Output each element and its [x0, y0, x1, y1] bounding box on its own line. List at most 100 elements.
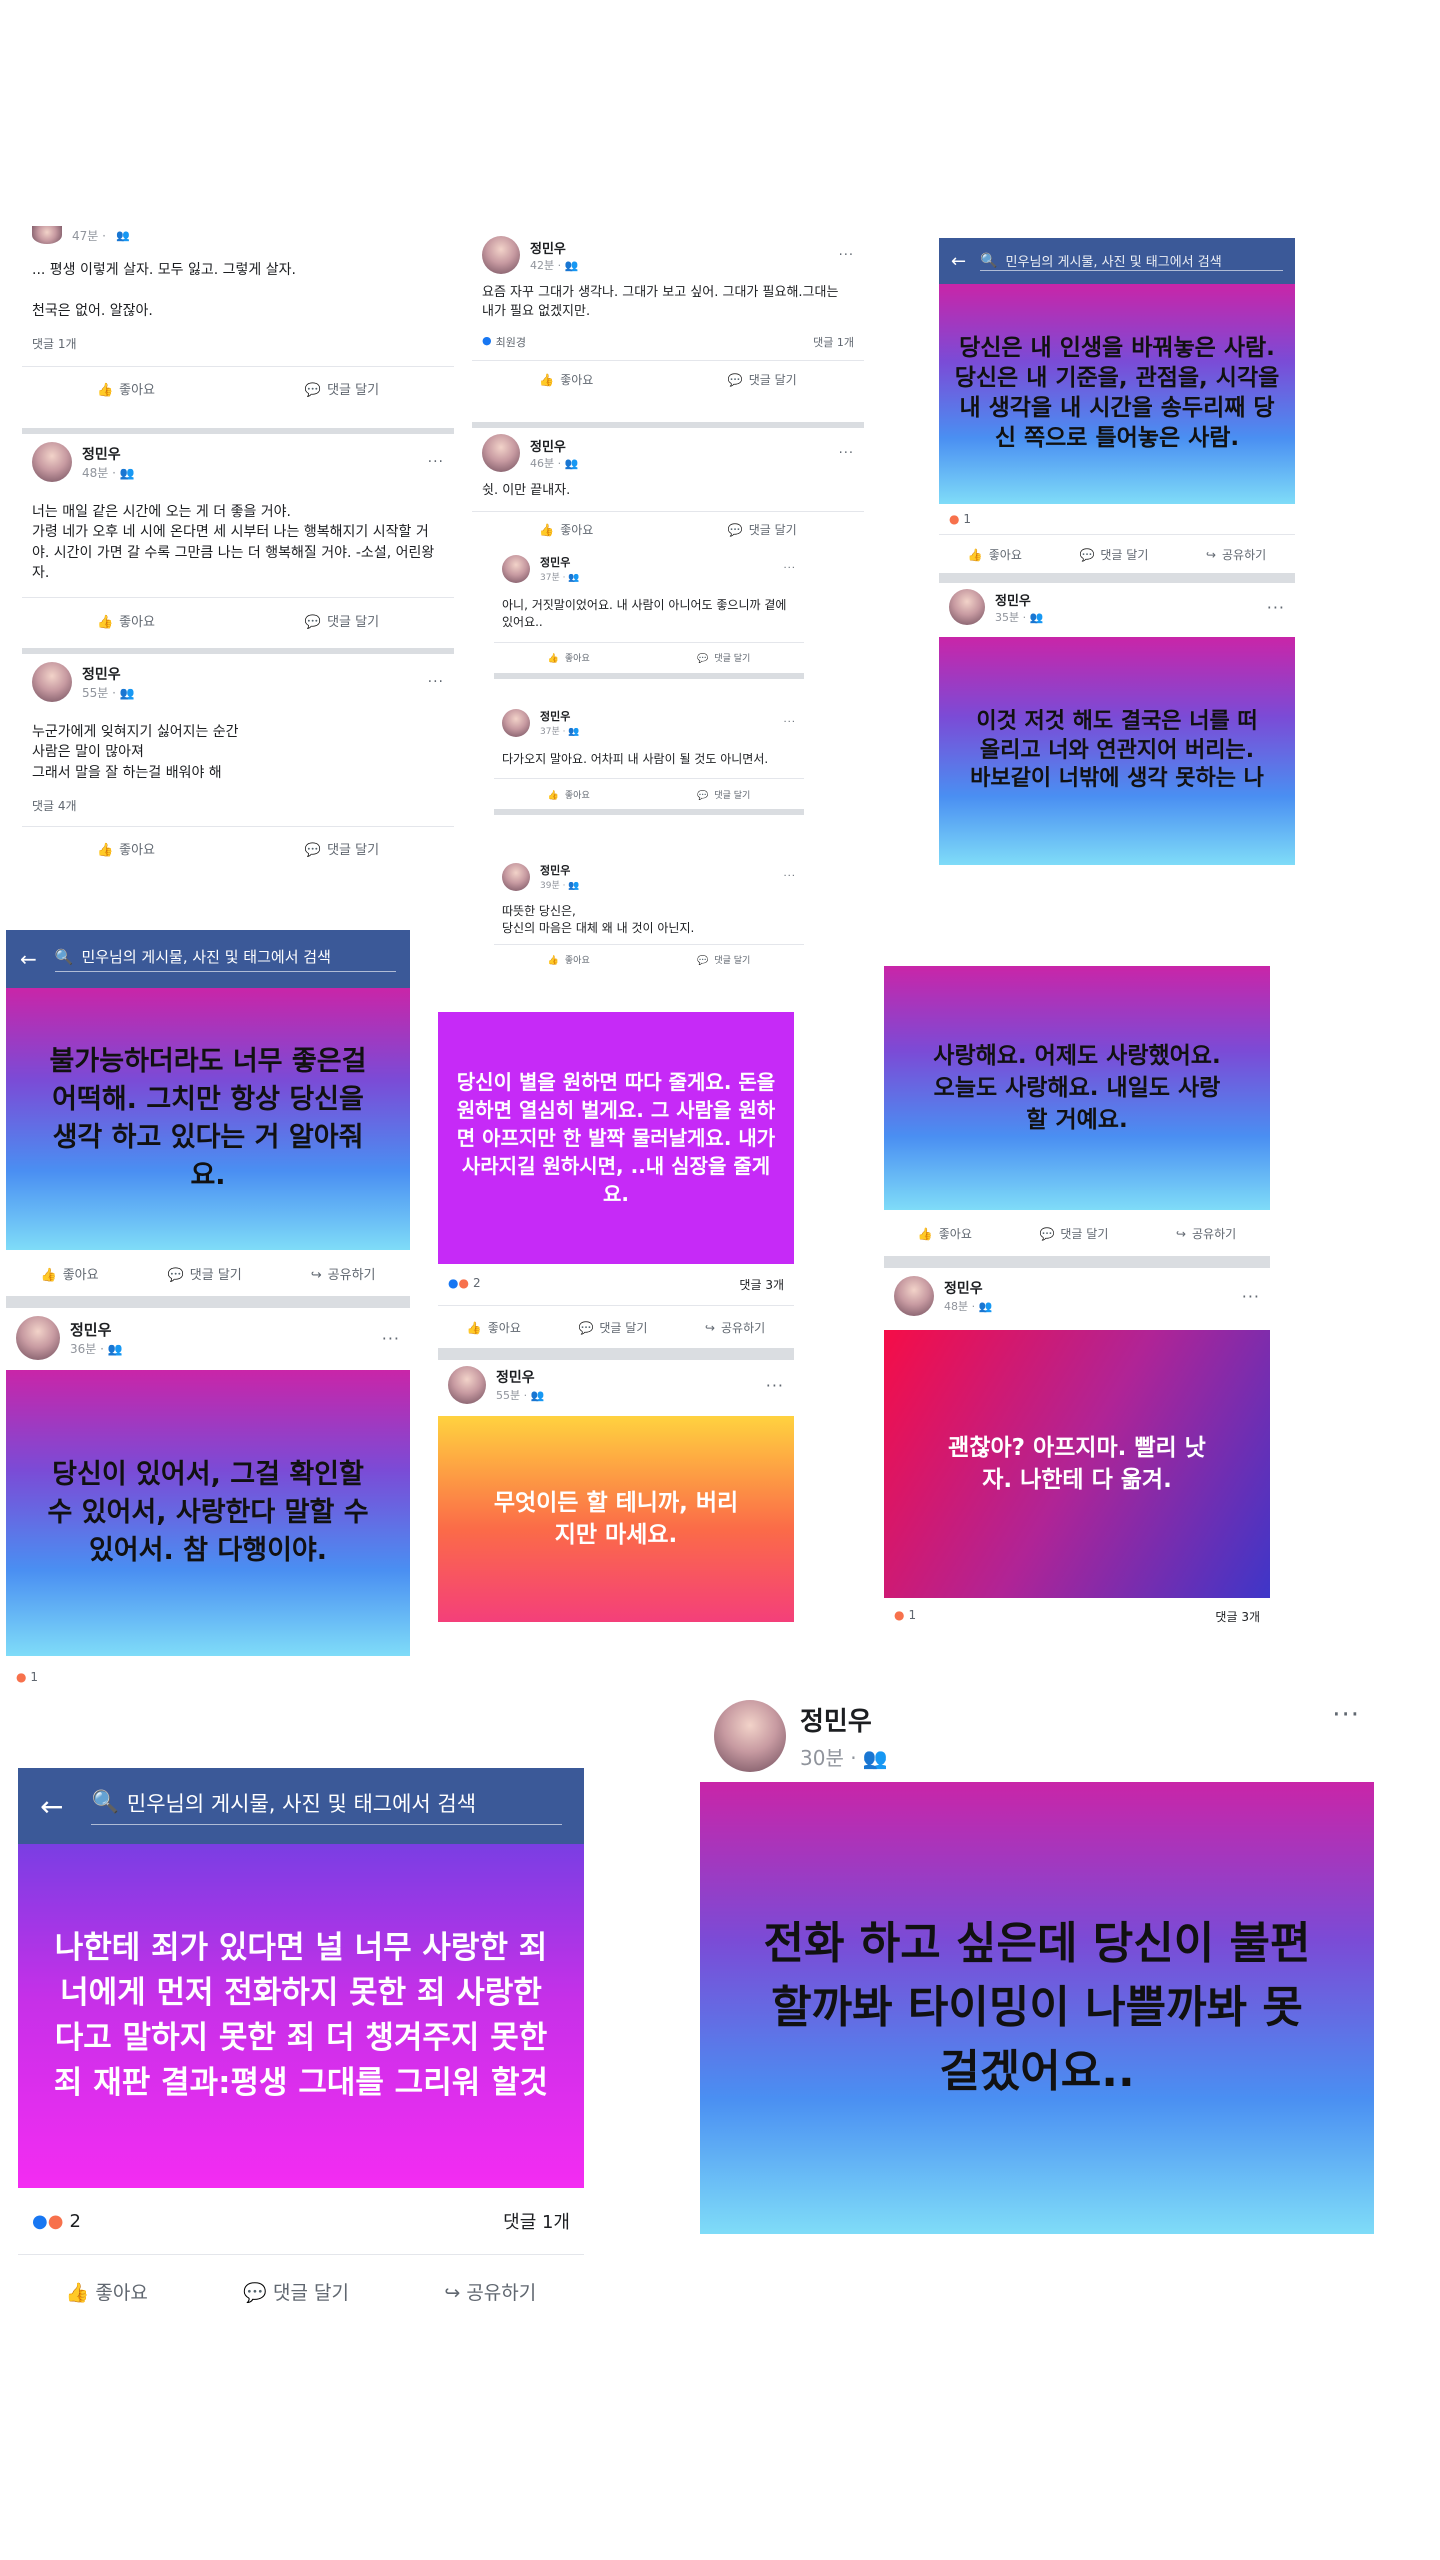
avatar[interactable]	[482, 434, 520, 472]
reactor-name[interactable]: 최원경	[496, 334, 526, 350]
share-button[interactable]: ↪ 공유하기	[444, 2278, 536, 2305]
more-options-icon[interactable]: ···	[839, 248, 854, 263]
reaction-count[interactable]: 1	[908, 1608, 916, 1625]
author-name[interactable]: 정민우	[540, 554, 580, 570]
search-input[interactable]: 🔍 민우님의 게시물, 사진 및 태그에서 검색	[980, 251, 1283, 271]
post-image[interactable]: 당신이 있어서, 그걸 확인할 수 있어서, 사랑한다 말할 수 있어서. 참 …	[6, 1370, 410, 1656]
like-button[interactable]: 👍 좋아요	[548, 953, 590, 966]
post-image[interactable]: 불가능하더라도 너무 좋은걸 어떡해. 그치만 항상 당신을 생각 하고 있다는…	[6, 988, 410, 1250]
share-button[interactable]: ↪ 공유하기	[311, 1264, 376, 1283]
search-input[interactable]: 🔍 민우님의 게시물, 사진 및 태그에서 검색	[91, 1788, 562, 1825]
like-button[interactable]: 👍 좋아요	[968, 546, 1022, 563]
avatar[interactable]	[502, 862, 530, 891]
author-name[interactable]: 정민우	[82, 444, 135, 464]
like-button[interactable]: 👍 좋아요	[66, 2278, 148, 2305]
reaction-count[interactable]: 2	[69, 2211, 80, 2232]
avatar[interactable]	[16, 1316, 60, 1360]
post-image[interactable]: 나한테 죄가 있다면 널 너무 사랑한 죄 너에게 먼저 전화하지 못한 죄 사…	[18, 1844, 584, 2188]
like-button[interactable]: 👍 좋아요	[467, 1319, 521, 1336]
comment-count[interactable]: 댓글 1개	[813, 334, 854, 350]
more-options-icon[interactable]: ···	[783, 563, 796, 574]
back-arrow-icon[interactable]: ←	[40, 1790, 63, 1823]
author-name[interactable]: 정민우	[944, 1278, 992, 1298]
comment-button[interactable]: 💬 댓글 달기	[697, 788, 750, 801]
avatar[interactable]	[448, 1366, 486, 1404]
author-name[interactable]: 정민우	[530, 238, 578, 257]
post-image[interactable]: 당신이 별을 원하면 따다 줄게요. 돈을 원하면 열심히 벌게요. 그 사람을…	[438, 1012, 794, 1264]
more-options-icon[interactable]: ···	[1267, 598, 1285, 617]
comment-count[interactable]: 댓글 1개	[22, 325, 454, 356]
comment-count[interactable]: 댓글 3개	[1215, 1608, 1260, 1625]
comment-count[interactable]: 댓글 4개	[22, 787, 454, 818]
avatar[interactable]	[714, 1700, 786, 1772]
like-button[interactable]: 👍 좋아요	[97, 611, 155, 630]
like-button[interactable]: 👍 좋아요	[539, 371, 593, 388]
author-name[interactable]: 정민우	[70, 1319, 123, 1340]
more-options-icon[interactable]: ···	[1332, 1700, 1360, 1730]
reaction-count[interactable]: 2	[473, 1276, 481, 1293]
comment-count[interactable]: 댓글 1개	[503, 2208, 570, 2234]
author-name[interactable]: 정민우	[995, 590, 1043, 609]
back-arrow-icon[interactable]: ←	[951, 251, 966, 272]
avatar[interactable]	[502, 554, 530, 583]
like-button[interactable]: 👍 좋아요	[548, 788, 590, 801]
post-image[interactable]: 전화 하고 싶은데 당신이 불편할까봐 타이밍이 나쁠까봐 못걸겠어요..	[700, 1782, 1374, 2234]
share-button[interactable]: ↪ 공유하기	[705, 1319, 765, 1336]
avatar[interactable]	[32, 226, 62, 244]
post-image[interactable]: 괜찮아? 아프지마. 빨리 낫자. 나한테 다 옮겨.	[884, 1330, 1270, 1598]
post-image[interactable]: 무엇이든 할 테니까, 버리지만 마세요.	[438, 1416, 794, 1622]
post-header: 정민우 48분 · 👥 ···	[884, 1268, 1270, 1324]
comment-button[interactable]: 💬 댓글 달기	[1039, 1225, 1108, 1242]
avatar[interactable]	[32, 662, 72, 702]
author-name[interactable]: 정민우	[800, 1701, 888, 1738]
comment-button[interactable]: 💬 댓글 달기	[697, 651, 750, 664]
comment-button[interactable]: 💬 댓글 달기	[305, 839, 379, 858]
share-button[interactable]: ↪ 공유하기	[1176, 1225, 1236, 1242]
like-button[interactable]: 👍 좋아요	[918, 1225, 972, 1242]
avatar[interactable]	[482, 236, 520, 274]
avatar[interactable]	[894, 1276, 934, 1316]
more-options-icon[interactable]: ···	[428, 674, 444, 690]
author-name[interactable]: 정민우	[82, 664, 135, 684]
post-card-8: 정민우 30분 · 👥 ··· 전화 하고 싶은데 당신이 불편할까봐 타이밍이…	[700, 1686, 1374, 2266]
post-time: 48분 ·	[82, 465, 120, 480]
like-button[interactable]: 👍 좋아요	[539, 521, 593, 538]
avatar[interactable]	[32, 442, 72, 482]
comment-button[interactable]: 💬 댓글 달기	[305, 611, 379, 630]
comment-button[interactable]: 💬 댓글 달기	[305, 379, 379, 398]
like-button[interactable]: 👍 좋아요	[97, 839, 155, 858]
comment-button[interactable]: 💬 댓글 달기	[728, 371, 797, 388]
comment-button[interactable]: 💬 댓글 달기	[578, 1319, 647, 1336]
share-button[interactable]: ↪ 공유하기	[1206, 546, 1266, 563]
more-options-icon[interactable]: ···	[766, 1376, 784, 1395]
image-text: 괜찮아? 아프지마. 빨리 낫자. 나한테 다 옮겨.	[948, 1434, 1206, 1493]
like-button[interactable]: 👍 좋아요	[548, 651, 590, 664]
more-options-icon[interactable]: ···	[428, 454, 444, 470]
more-options-icon[interactable]: ···	[1242, 1287, 1260, 1306]
reaction-count[interactable]: 1	[30, 1670, 38, 1684]
back-arrow-icon[interactable]: ←	[20, 947, 37, 971]
post-image[interactable]: 사랑해요. 어제도 사랑했어요. 오늘도 사랑해요. 내일도 사랑할 거예요.	[884, 966, 1270, 1210]
author-name[interactable]: 정민우	[540, 862, 580, 878]
post-image[interactable]: 당신은 내 인생을 바꿔놓은 사람. 당신은 내 기준을, 관점을, 시각을 내…	[939, 284, 1295, 504]
comment-button[interactable]: 💬 댓글 달기	[728, 521, 797, 538]
like-button[interactable]: 👍 좋아요	[97, 379, 155, 398]
post-image[interactable]: 이것 저것 해도 결국은 너를 떠올리고 너와 연관지어 버리는. 바보같이 너…	[939, 637, 1295, 865]
comment-button[interactable]: 💬 댓글 달기	[168, 1264, 242, 1283]
reaction-count[interactable]: 1	[963, 512, 971, 526]
like-button[interactable]: 👍 좋아요	[41, 1264, 99, 1283]
more-options-icon[interactable]: ···	[839, 446, 854, 461]
more-options-icon[interactable]: ···	[382, 1329, 400, 1348]
comment-button[interactable]: 💬 댓글 달기	[243, 2278, 349, 2305]
avatar[interactable]	[949, 589, 985, 625]
comment-button[interactable]: 💬 댓글 달기	[697, 953, 750, 966]
author-name[interactable]: 정민우	[540, 708, 580, 724]
more-options-icon[interactable]: ···	[783, 871, 796, 882]
search-input[interactable]: 🔍 민우님의 게시물, 사진 및 태그에서 검색	[54, 946, 396, 972]
author-name[interactable]: 정민우	[496, 1367, 544, 1387]
author-name[interactable]: 정민우	[530, 436, 578, 455]
more-options-icon[interactable]: ···	[783, 717, 796, 728]
comment-button[interactable]: 💬 댓글 달기	[1079, 546, 1148, 563]
avatar[interactable]	[502, 708, 530, 737]
comment-count[interactable]: 댓글 3개	[739, 1276, 784, 1293]
